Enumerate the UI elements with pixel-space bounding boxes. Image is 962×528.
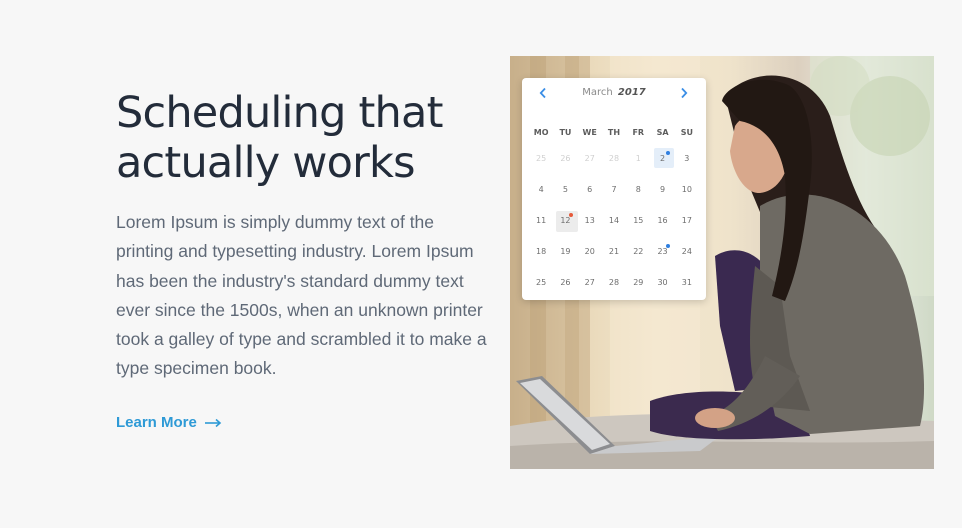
chevron-right-icon[interactable] (678, 87, 690, 102)
calendar-day[interactable]: 23 (650, 243, 674, 274)
calendar-day[interactable]: 19 (553, 243, 577, 274)
calendar-day[interactable]: 22 (626, 243, 650, 274)
calendar-day-number: 25 (536, 154, 547, 163)
calendar-day-number: 22 (633, 247, 644, 256)
event-dot-icon (666, 151, 671, 155)
calendar-day-grid: 25 26 27 28 1 2 3 4 5 6 7 8 9 10 11 12 13 14 15 16 17 18 19 20 2… (529, 148, 699, 305)
weekday-label: WE (582, 128, 597, 137)
calendar-day[interactable]: 17 (675, 212, 699, 243)
arrow-right-icon (204, 418, 222, 427)
weekday-label: TU (559, 128, 572, 137)
calendar-day-number: 29 (633, 278, 644, 287)
weekday-label: SA (656, 128, 669, 137)
calendar-day[interactable]: 15 (626, 212, 650, 243)
calendar-day[interactable]: 14 (602, 212, 626, 243)
weekday-label: SU (680, 128, 693, 137)
calendar-day-number: 12 (560, 216, 571, 225)
calendar-day-number: 15 (633, 216, 644, 225)
calendar-day[interactable]: 20 (578, 243, 602, 274)
calendar-day-number: 5 (562, 185, 568, 194)
calendar-day-number: 28 (608, 278, 620, 287)
calendar-day[interactable]: 24 (675, 243, 699, 274)
calendar-day[interactable]: 25 (529, 150, 553, 181)
calendar-day[interactable]: 3 (675, 150, 699, 181)
weekday-label: MO (533, 128, 549, 137)
calendar-day-number: 6 (587, 185, 593, 194)
calendar-day[interactable]: 1 (626, 150, 650, 181)
calendar-day-number: 28 (608, 154, 620, 163)
event-dot-icon (569, 213, 574, 217)
weekday-label: TH (607, 128, 621, 137)
calendar-day[interactable]: 18 (529, 243, 553, 274)
calendar-month: March (582, 87, 613, 98)
calendar-day-number: 30 (657, 278, 668, 287)
calendar-day-number: 18 (536, 247, 547, 256)
calendar-day-number: 20 (584, 247, 595, 256)
calendar-day[interactable]: 7 (602, 181, 626, 212)
calendar-day[interactable]: 29 (626, 274, 650, 305)
learn-more-label: Learn More (116, 414, 197, 431)
calendar-header: March 2017 (522, 78, 706, 108)
calendar-day[interactable]: 27 (578, 150, 602, 181)
calendar-day-number: 7 (611, 185, 617, 194)
calendar-day[interactable]: 9 (650, 181, 674, 212)
calendar-day-number: 31 (681, 278, 692, 287)
calendar-day-number: 27 (584, 278, 595, 287)
calendar-day-number: 21 (608, 247, 620, 256)
calendar-day-number: 23 (657, 247, 668, 256)
calendar-day-number: 26 (560, 278, 571, 287)
calendar-day[interactable]: 25 (529, 274, 553, 305)
calendar-day[interactable]: 13 (578, 212, 602, 243)
calendar-day-number: 8 (635, 185, 641, 194)
calendar-day[interactable]: 28 (602, 150, 626, 181)
calendar-day[interactable]: 28 (602, 274, 626, 305)
calendar-day[interactable]: 12 (553, 211, 579, 243)
calendar-day-number: 27 (584, 154, 595, 163)
calendar-year: 2017 (617, 87, 646, 98)
calendar-day[interactable]: 5 (553, 181, 577, 212)
calendar-day-number: 10 (681, 185, 692, 194)
calendar-day-number: 19 (560, 247, 571, 256)
calendar-day-number: 25 (536, 278, 547, 287)
calendar-day[interactable]: 8 (626, 181, 650, 212)
calendar-day-number: 17 (681, 216, 692, 225)
calendar-day-number: 2 (660, 154, 666, 163)
calendar-day[interactable]: 21 (602, 243, 626, 274)
calendar-day-number: 16 (657, 216, 668, 225)
calendar-day-number: 1 (635, 154, 641, 163)
calendar-day-number: 4 (538, 185, 544, 194)
calendar-day[interactable]: 16 (650, 212, 674, 243)
calendar-widget: March 2017 MO TU WE TH FR SA SU 25 26 27 28 1 2 3 4 5 6… (522, 78, 706, 300)
calendar-day[interactable]: 2 (650, 148, 675, 181)
calendar-day-number: 11 (536, 216, 547, 225)
calendar-day[interactable]: 27 (578, 274, 602, 305)
calendar-day-number: 26 (560, 154, 571, 163)
calendar-day[interactable]: 4 (529, 181, 553, 212)
calendar-day-number: 3 (684, 154, 690, 163)
calendar-day[interactable]: 30 (650, 274, 674, 305)
calendar-day[interactable]: 11 (529, 212, 553, 243)
event-dot-icon (666, 244, 671, 248)
hero-description: Lorem Ipsum is simply dummy text of the … (116, 212, 487, 379)
calendar-day-number: 24 (681, 247, 692, 256)
calendar-day[interactable]: 31 (675, 274, 699, 305)
calendar-day-number: 14 (608, 216, 620, 225)
calendar-day[interactable]: 26 (553, 274, 577, 305)
calendar-day[interactable]: 6 (578, 181, 602, 212)
calendar-day-number: 13 (584, 216, 595, 225)
calendar-weekday-row: MO TU WE TH FR SA SU (529, 128, 699, 137)
calendar-day[interactable]: 26 (553, 150, 577, 181)
calendar-day-number: 9 (660, 185, 666, 194)
hero-title: Scheduling that actually works (116, 88, 443, 188)
weekday-label: FR (632, 128, 645, 137)
calendar-day[interactable]: 10 (675, 181, 699, 212)
learn-more-link[interactable]: Learn More (116, 414, 222, 431)
